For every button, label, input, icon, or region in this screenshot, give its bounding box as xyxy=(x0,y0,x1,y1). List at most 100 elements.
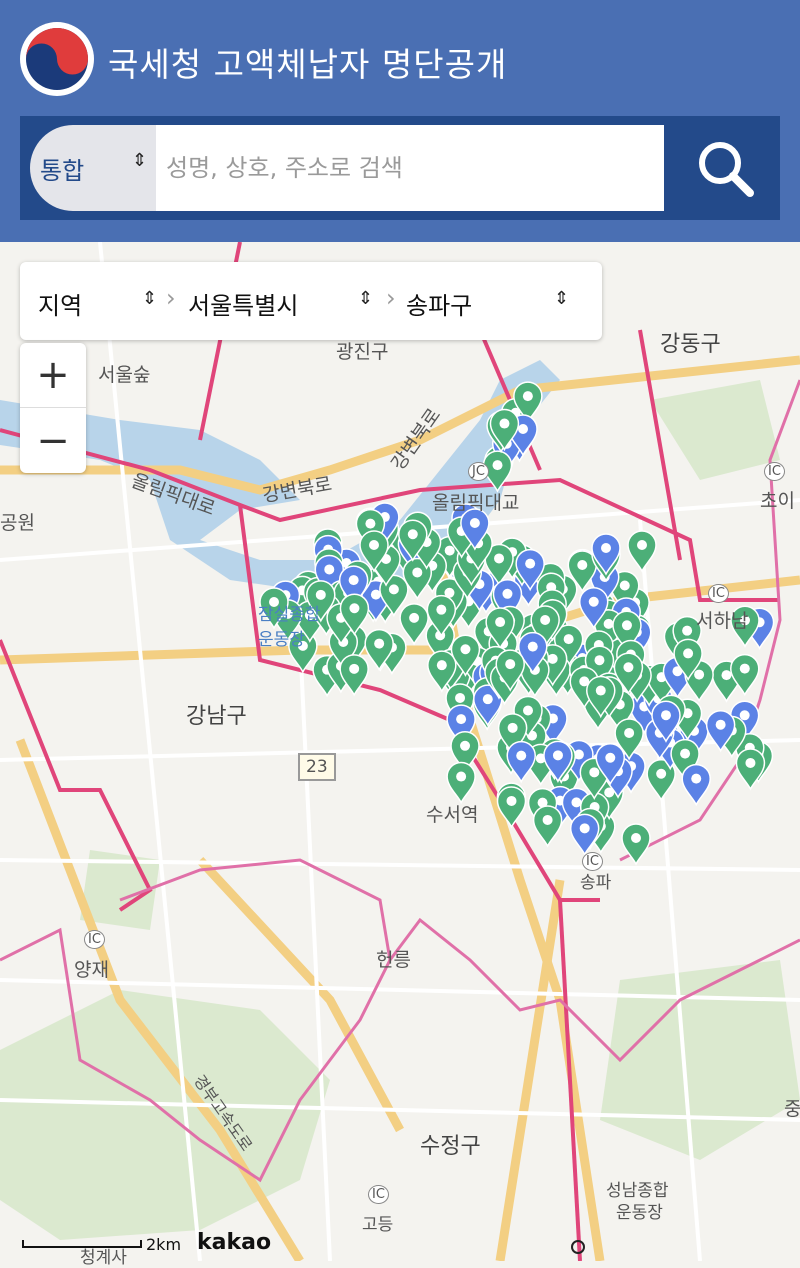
label-sujeong: 수정구 xyxy=(420,1134,481,1159)
select-caret-icon: ⇕ xyxy=(554,288,570,309)
map-marker-dot xyxy=(374,638,385,649)
map-marker-dot xyxy=(605,752,616,763)
app-title: 국세청 고액체납자 명단공개 xyxy=(108,45,508,84)
map-marker-dot xyxy=(507,722,518,733)
region-level3-select[interactable]: 송파구 xyxy=(406,286,472,321)
zoom-in-button[interactable]: + xyxy=(20,343,86,407)
map-marker-dot xyxy=(552,750,563,761)
search-button[interactable] xyxy=(680,125,770,211)
map-canvas[interactable] xyxy=(0,242,800,1261)
select-caret-icon: ⇕ xyxy=(132,150,148,171)
map-marker-dot xyxy=(682,625,693,636)
map-marker-dot xyxy=(409,612,420,623)
ic-badge-seohanam: IC xyxy=(708,584,729,603)
map-marker-dot xyxy=(460,644,471,655)
label-godeung: 고등 xyxy=(362,1215,394,1235)
map-marker-dot xyxy=(563,634,574,645)
map-marker-dot xyxy=(349,603,360,614)
map-marker-dot xyxy=(547,653,558,664)
label-olympic-bridge: 올림픽대교 xyxy=(432,492,520,514)
map-marker-dot xyxy=(315,589,326,600)
label-songpa: 송파 xyxy=(580,873,612,893)
label-gangnam: 강남구 xyxy=(186,704,247,729)
map-marker-dot xyxy=(348,575,359,586)
current-location-icon[interactable] xyxy=(571,1240,585,1254)
map-marker-dot xyxy=(656,768,667,779)
label-gwangjin: 광진구 xyxy=(336,341,389,363)
kakao-attribution: kakao xyxy=(197,1230,272,1255)
map-marker-dot xyxy=(436,660,447,671)
map-marker-dot xyxy=(525,558,536,569)
search-input[interactable] xyxy=(156,125,664,211)
ic-badge-songpa: IC xyxy=(582,852,603,871)
map-marker-dot xyxy=(540,615,551,626)
map-marker-dot xyxy=(469,518,480,529)
map-marker-dot xyxy=(523,705,534,716)
taegeuk-logo-icon xyxy=(20,22,94,96)
select-caret-icon: ⇕ xyxy=(358,288,374,309)
map-marker-dot xyxy=(518,423,529,434)
search-icon xyxy=(699,142,754,197)
map-marker-dot xyxy=(349,663,360,674)
map-marker-dot xyxy=(324,564,335,575)
map-marker-dot xyxy=(715,719,726,730)
map-marker-dot xyxy=(694,669,705,680)
map-marker-dot xyxy=(619,580,630,591)
scale-bar xyxy=(22,1240,142,1248)
chevron-right-icon: › xyxy=(386,284,396,312)
zoom-divider xyxy=(20,407,86,408)
map-marker-dot xyxy=(683,648,694,659)
map-marker-dot xyxy=(588,596,599,607)
map-marker-dot xyxy=(456,714,467,725)
label-heolleung: 헌릉 xyxy=(376,949,411,971)
map-marker-dot xyxy=(492,460,503,471)
region-level2-select[interactable]: 서울특별시 xyxy=(188,286,298,321)
label-jun: 중 xyxy=(784,1098,800,1120)
map-marker-dot xyxy=(739,710,750,721)
map-marker-dot xyxy=(499,418,510,429)
map-marker-dot xyxy=(495,617,506,628)
map-marker-dot xyxy=(516,750,527,761)
map-marker-dot xyxy=(456,771,467,782)
label-stadium: 잠실종합운동장 xyxy=(258,605,321,650)
map-marker-dot xyxy=(594,655,605,666)
map-marker-dot xyxy=(407,529,418,540)
map-marker-dot xyxy=(460,740,471,751)
map-marker-dot xyxy=(494,553,505,564)
label-seohanam: 서하남 xyxy=(696,610,749,632)
map-marker-dot xyxy=(436,604,447,615)
map-marker-dot xyxy=(482,694,493,705)
map-marker-dot xyxy=(621,620,632,631)
map-marker-dot xyxy=(624,727,635,738)
label-seoul-forest: 서울숲 xyxy=(98,364,151,386)
map-marker-dot xyxy=(527,641,538,652)
region-level1-select[interactable]: 지역 xyxy=(38,286,82,321)
map-marker-dot xyxy=(579,823,590,834)
map-marker-dot xyxy=(522,391,533,402)
label-suseo: 수서역 xyxy=(426,804,479,826)
map-marker-dot xyxy=(388,584,399,595)
zoom-out-button[interactable]: − xyxy=(20,409,86,473)
map-marker-dot xyxy=(502,588,513,599)
map-marker-dot xyxy=(595,685,606,696)
map-marker-dot xyxy=(444,545,455,556)
map-marker-dot xyxy=(412,567,423,578)
ic-badge-yangjae: IC xyxy=(84,930,105,949)
ic-badge-godeung: IC xyxy=(368,1185,389,1204)
map-marker-dot xyxy=(739,663,750,674)
map-marker-dot xyxy=(369,540,379,550)
map-marker-dot xyxy=(637,540,647,550)
label-gangdong: 강동구 xyxy=(660,332,721,357)
label-park: 공원 xyxy=(0,512,35,534)
map-marker-dot xyxy=(577,559,588,570)
label-seongnam-stadium-2: 운동장 xyxy=(616,1203,663,1223)
map-marker-dot xyxy=(603,618,614,629)
map-marker-dot xyxy=(745,757,756,768)
jc-badge: JC xyxy=(468,462,489,481)
map-marker-dot xyxy=(506,795,517,806)
map-marker-dot xyxy=(601,543,611,553)
route-23-badge: 23 xyxy=(298,753,336,781)
ic-badge-choi: IC xyxy=(764,462,785,481)
map-marker-dot xyxy=(680,748,691,759)
search-scope-value: 통합 xyxy=(40,157,85,185)
